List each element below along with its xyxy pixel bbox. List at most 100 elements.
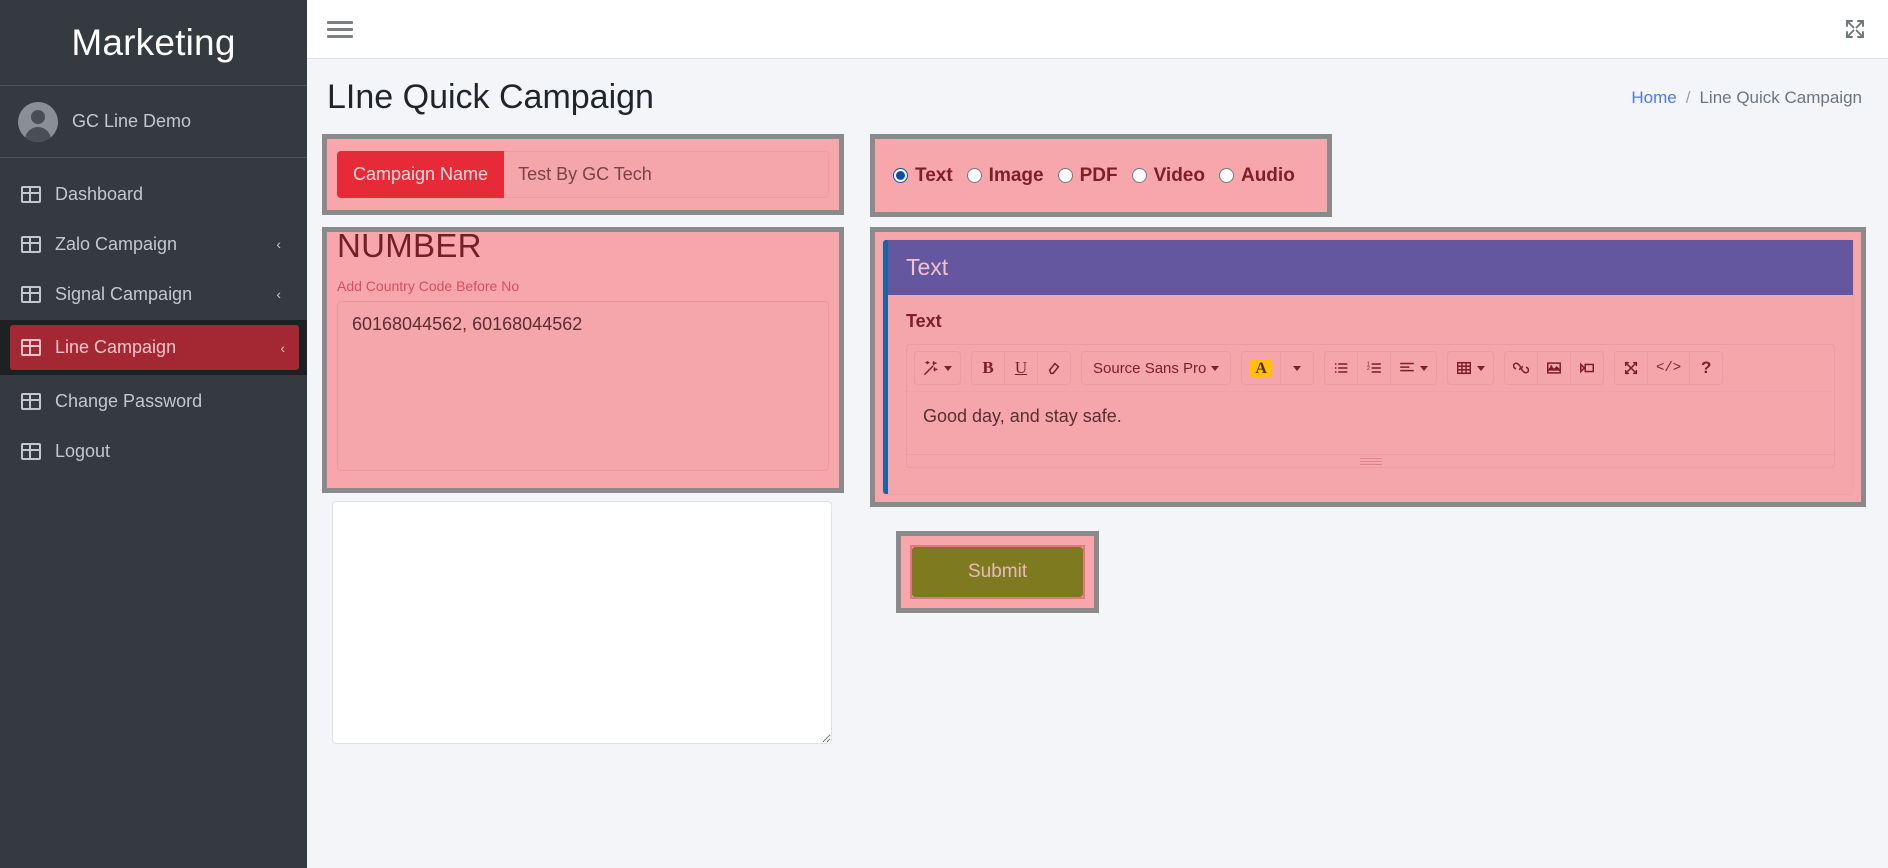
brand-header[interactable]: Marketing <box>0 0 307 86</box>
grid-icon <box>21 442 41 460</box>
underline-icon[interactable]: U <box>1004 351 1038 386</box>
campaign-name-group: Campaign Name <box>337 151 829 199</box>
toolbar-group-format: B U <box>971 351 1071 386</box>
radio-input-text[interactable] <box>893 168 908 184</box>
paragraph-align-icon[interactable] <box>1389 351 1437 386</box>
grid-icon <box>21 392 41 410</box>
radio-label-pdf: PDF <box>1079 164 1118 186</box>
expand-arrows-icon[interactable] <box>1844 18 1866 40</box>
sidebar: Marketing GC Line Demo Dashboard Zalo Ca… <box>0 0 307 868</box>
number-input[interactable] <box>337 300 829 471</box>
main-content: LIne Quick Campaign Home / Line Quick Ca… <box>307 0 1888 868</box>
breadcrumb: Home / Line Quick Campaign <box>1631 88 1862 108</box>
grid-icon <box>21 339 41 356</box>
breadcrumb-home-link[interactable]: Home <box>1631 88 1676 108</box>
radio-label-image: Image <box>988 164 1044 186</box>
number-highlight-box: NUMBER Add Country Code Before No <box>322 227 844 493</box>
font-name-dropdown[interactable]: Source Sans Pro <box>1081 351 1232 386</box>
text-card: Text Text B U Source Sans Pro A 1 2 </> … <box>883 240 1853 495</box>
radio-label-audio: Audio <box>1240 164 1295 186</box>
unordered-list-icon[interactable] <box>1323 351 1358 386</box>
sidebar-item-change-password[interactable]: Change Password <box>10 377 297 425</box>
text-card-title: Text <box>906 254 949 281</box>
font-name-label: Source Sans Pro <box>1093 359 1207 377</box>
radio-label-text: Text <box>915 164 953 186</box>
submit-highlight-box: Submit <box>896 531 1100 614</box>
campaign-name-label: Campaign Name <box>337 151 505 199</box>
help-icon[interactable]: ? <box>1689 351 1724 386</box>
radio-input-video[interactable] <box>1131 168 1147 184</box>
code-view-icon[interactable]: </> <box>1646 351 1691 386</box>
sidebar-item-label: Line Campaign <box>55 337 177 357</box>
text-card-highlight-box: Text Text B U Source Sans Pro A 1 2 </> … <box>870 227 1866 508</box>
breadcrumb-separator: / <box>1685 87 1691 107</box>
sidebar-item-label: Logout <box>55 440 111 461</box>
number-hint-text: Add Country Code Before No <box>337 277 520 294</box>
hamburger-icon[interactable] <box>327 18 353 40</box>
sidebar-item-dashboard[interactable]: Dashboard <box>10 170 297 218</box>
sidebar-item-label: Dashboard <box>55 183 144 204</box>
toolbar-group-font: Source Sans Pro <box>1081 351 1232 386</box>
right-column: Text Text B U Source Sans Pro A 1 2 </> … <box>870 227 1888 614</box>
submit-button[interactable]: Submit <box>912 547 1084 598</box>
user-panel[interactable]: GC Line Demo <box>0 86 307 158</box>
editor-resize-handle[interactable] <box>1359 458 1382 465</box>
chevron-left-icon: ‹ <box>276 236 281 252</box>
toolbar-group-style <box>914 351 961 386</box>
font-color-icon[interactable]: A <box>1241 351 1281 386</box>
toolbar-group-table <box>1446 351 1494 386</box>
top-navbar <box>307 0 1888 59</box>
sidebar-nav: Dashboard Zalo Campaign ‹ Signal Campaig… <box>0 158 307 475</box>
campaign-name-highlight-box: Campaign Name <box>322 134 844 216</box>
bold-icon[interactable]: B <box>971 351 1005 386</box>
form-row-top: Campaign Name Text Image PDF <box>307 134 1888 218</box>
text-field-label: Text <box>906 311 942 332</box>
user-avatar-icon <box>18 101 58 142</box>
sidebar-item-label: Zalo Campaign <box>55 233 178 254</box>
radio-option-image[interactable]: Image <box>966 164 1044 187</box>
style-magic-icon[interactable] <box>914 351 961 386</box>
link-icon[interactable] <box>1503 351 1538 386</box>
remove-format-eraser-icon[interactable] <box>1037 351 1071 386</box>
font-color-dropdown[interactable] <box>1279 351 1314 386</box>
radio-option-video[interactable]: Video <box>1131 164 1205 187</box>
editor-statusbar <box>907 454 1834 468</box>
toolbar-group-lists: 1 2 <box>1323 351 1437 386</box>
sidebar-item-zalo-campaign[interactable]: Zalo Campaign ‹ <box>10 220 297 268</box>
radio-input-audio[interactable] <box>1218 168 1234 184</box>
chevron-left-icon: ‹ <box>280 339 285 356</box>
svg-text:2: 2 <box>1367 367 1370 373</box>
brand-title: Marketing <box>71 21 236 63</box>
sidebar-item-logout[interactable]: Logout <box>10 427 297 475</box>
text-card-body: Text B U Source Sans Pro A 1 2 </> ? Goo… <box>888 295 1853 494</box>
submit-inner-frame: Submit <box>910 545 1086 600</box>
radio-label-video: Video <box>1153 164 1205 186</box>
toolbar-group-color: A <box>1241 351 1314 386</box>
radio-input-pdf[interactable] <box>1057 168 1073 184</box>
form-row-main: NUMBER Add Country Code Before No Text T… <box>307 227 1888 744</box>
radio-option-audio[interactable]: Audio <box>1218 164 1295 187</box>
ordered-list-icon[interactable]: 1 2 <box>1356 351 1391 386</box>
user-name: GC Line Demo <box>72 111 192 131</box>
rich-text-editor: B U Source Sans Pro A 1 2 </> ? Good day… <box>906 344 1835 469</box>
media-type-highlight-box: Text Image PDF Video Audio <box>870 134 1332 218</box>
secondary-textarea[interactable] <box>332 500 832 744</box>
campaign-name-input[interactable] <box>504 151 829 199</box>
grid-icon <box>21 235 41 253</box>
fullscreen-icon[interactable] <box>1613 351 1648 386</box>
table-icon[interactable] <box>1446 351 1494 386</box>
radio-option-pdf[interactable]: PDF <box>1057 164 1118 187</box>
radio-input-image[interactable] <box>966 168 982 184</box>
sidebar-item-label: Signal Campaign <box>55 283 193 304</box>
content-header: LIne Quick Campaign Home / Line Quick Ca… <box>307 59 1888 131</box>
grid-icon <box>21 185 41 203</box>
grid-icon <box>21 285 41 303</box>
picture-icon[interactable] <box>1536 351 1571 386</box>
radio-option-text[interactable]: Text <box>893 165 953 187</box>
sidebar-item-line-campaign[interactable]: Line Campaign ‹ <box>0 320 307 375</box>
toolbar-group-view: </> ? <box>1613 351 1724 386</box>
video-icon[interactable] <box>1569 351 1604 386</box>
editor-content-area[interactable]: Good day, and stay safe. <box>907 392 1834 454</box>
left-column: NUMBER Add Country Code Before No <box>322 227 844 744</box>
sidebar-item-signal-campaign[interactable]: Signal Campaign ‹ <box>10 270 297 318</box>
